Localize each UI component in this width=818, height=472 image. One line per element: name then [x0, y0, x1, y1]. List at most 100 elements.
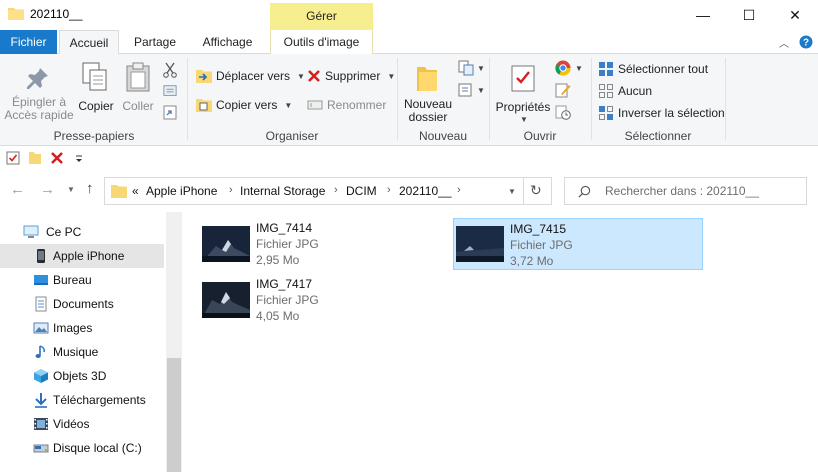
chevron-down-icon[interactable]: ▼ — [477, 86, 485, 95]
file-size: 4,05 Mo — [256, 309, 300, 323]
file-item-img-7414[interactable]: IMG_7414 Fichier JPG 2,95 Mo — [182, 218, 432, 270]
image-thumbnail — [456, 226, 504, 262]
history-icon[interactable] — [555, 104, 571, 120]
invert-selection-button[interactable]: Inverser la sélection — [598, 103, 725, 123]
navigation-pane: Ce PC Apple iPhone Bureau Documents Imag… — [0, 212, 166, 472]
properties-icon[interactable] — [6, 151, 20, 165]
breadcrumb-overflow[interactable]: « — [132, 184, 139, 198]
pc-icon — [23, 225, 39, 238]
documents-icon — [35, 296, 47, 312]
file-name: IMG_7415 — [510, 222, 567, 236]
chevron-right-icon[interactable]: › — [334, 184, 338, 196]
group-label-selectionner: Sélectionner — [624, 129, 692, 143]
properties-button[interactable]: Propriétés ▼ — [494, 58, 552, 126]
chevron-right-icon[interactable]: › — [457, 184, 461, 196]
delete-icon[interactable] — [50, 151, 64, 165]
help-icon[interactable]: ? — [799, 35, 813, 49]
nav-item-documents[interactable]: Documents — [0, 292, 164, 316]
tab-label: Accueil — [69, 36, 109, 50]
title-bar: 202110__ Gérer — ☐ ✕ — [0, 0, 818, 30]
group-label-presse-papiers: Presse-papiers — [53, 129, 135, 143]
nav-item-bureau[interactable]: Bureau — [0, 268, 164, 292]
up-arrow-icon[interactable]: ↑ — [86, 180, 94, 197]
chevron-down-icon[interactable]: ▼ — [575, 64, 583, 73]
nav-item-videos[interactable]: Vidéos — [0, 412, 164, 436]
edit-icon[interactable] — [555, 82, 571, 98]
window-title: 202110__ — [30, 7, 83, 21]
pin-quick-access-button[interactable]: Épingler à Accès rapide — [4, 58, 74, 126]
new-folder-button[interactable]: Nouveau dossier — [402, 58, 454, 126]
address-bar[interactable]: « Apple iPhone › Internal Storage › DCIM… — [104, 177, 552, 205]
context-tab-label: Gérer — [306, 9, 337, 23]
nav-item-musique[interactable]: Musique — [0, 340, 164, 364]
tab-label: Affichage — [202, 35, 253, 49]
nav-item-objets-3d[interactable]: Objets 3D — [0, 364, 164, 388]
breadcrumb-apple-iphone[interactable]: Apple iPhone — [146, 184, 217, 198]
copy-to-button[interactable]: Copier vers ▼ — [196, 95, 292, 115]
address-dropdown-icon[interactable]: ▼ — [508, 187, 516, 196]
back-arrow-icon[interactable]: ← — [10, 181, 25, 198]
tab-fichier[interactable]: Fichier — [0, 30, 57, 54]
ribbon-separator — [591, 58, 592, 140]
breadcrumb-202110[interactable]: 202110__ — [399, 184, 452, 198]
nav-label: Objets 3D — [53, 369, 107, 383]
search-box[interactable]: Rechercher dans : 202110__ — [564, 177, 807, 205]
file-name: IMG_7414 — [256, 221, 313, 235]
copy-button[interactable]: Copier — [76, 58, 116, 126]
breadcrumb-dcim[interactable]: DCIM — [346, 184, 377, 198]
tab-partage[interactable]: Partage — [124, 30, 186, 54]
rename-button[interactable]: Renommer — [307, 95, 386, 115]
quick-access-toolbar — [0, 146, 818, 170]
forward-arrow-icon[interactable]: → — [40, 181, 55, 198]
nav-item-apple-iphone[interactable]: Apple iPhone — [0, 244, 164, 268]
close-button[interactable]: ✕ — [772, 0, 818, 30]
open-with-chrome-icon[interactable] — [555, 60, 571, 76]
nav-item-disque-local[interactable]: Disque local (C:) — [0, 436, 164, 460]
phone-icon — [37, 249, 45, 263]
copy-icon — [82, 62, 107, 91]
collapse-ribbon-icon[interactable]: ︿ — [779, 35, 789, 50]
search-icon — [578, 185, 591, 198]
file-size: 2,95 Mo — [256, 253, 300, 267]
new-folder-icon — [417, 67, 437, 91]
context-tab-gerer[interactable]: Gérer — [270, 3, 373, 30]
easy-access-icon[interactable] — [458, 82, 474, 98]
chevron-right-icon[interactable]: › — [229, 184, 233, 196]
select-none-button[interactable]: Aucun — [598, 81, 652, 101]
nav-item-images[interactable]: Images — [0, 316, 164, 340]
paste-shortcut-icon[interactable] — [162, 104, 178, 120]
maximize-icon: ☐ — [742, 6, 756, 23]
navigation-pane-scrollbar[interactable] — [166, 212, 182, 472]
select-all-button[interactable]: Sélectionner tout — [598, 59, 708, 79]
file-item-img-7417[interactable]: IMG_7417 Fichier JPG 4,05 Mo — [182, 274, 432, 326]
tab-outils-image[interactable]: Outils d'image — [270, 30, 373, 54]
delete-button[interactable]: Supprimer ▼ — [307, 66, 395, 86]
nav-label: Images — [53, 321, 93, 335]
file-type: Fichier JPG — [256, 293, 319, 307]
file-list: IMG_7414 Fichier JPG 2,95 Mo IMG_7415 Fi… — [182, 212, 818, 472]
tab-accueil[interactable]: Accueil — [59, 30, 119, 55]
minimize-button[interactable]: — — [680, 0, 726, 30]
breadcrumb-internal-storage[interactable]: Internal Storage — [240, 184, 325, 198]
chevron-right-icon[interactable]: › — [387, 184, 391, 196]
tab-affichage[interactable]: Affichage — [190, 30, 265, 54]
tab-label: Fichier — [10, 35, 47, 49]
maximize-button[interactable]: ☐ — [726, 0, 772, 30]
new-folder-icon[interactable] — [28, 151, 42, 165]
copy-path-icon[interactable] — [162, 84, 178, 98]
new-item-icon[interactable] — [458, 60, 474, 76]
nav-item-ce-pc[interactable]: Ce PC — [0, 220, 164, 244]
nav-item-telechargements[interactable]: Téléchargements — [0, 388, 164, 412]
file-item-img-7415[interactable]: IMG_7415 Fichier JPG 3,72 Mo — [453, 218, 703, 270]
select-none-label: Aucun — [618, 84, 653, 98]
recent-locations-icon[interactable]: ▼ — [67, 185, 75, 194]
paste-button[interactable]: Coller — [118, 58, 158, 126]
customize-toolbar-icon[interactable] — [74, 154, 84, 164]
scrollbar-thumb[interactable] — [167, 358, 181, 472]
move-to-button[interactable]: Déplacer vers ▼ — [196, 66, 305, 86]
music-icon — [35, 345, 45, 358]
chevron-down-icon[interactable]: ▼ — [477, 64, 485, 73]
cut-icon[interactable] — [162, 62, 178, 78]
rename-icon — [307, 100, 323, 110]
refresh-icon[interactable]: ↻ — [530, 182, 542, 199]
